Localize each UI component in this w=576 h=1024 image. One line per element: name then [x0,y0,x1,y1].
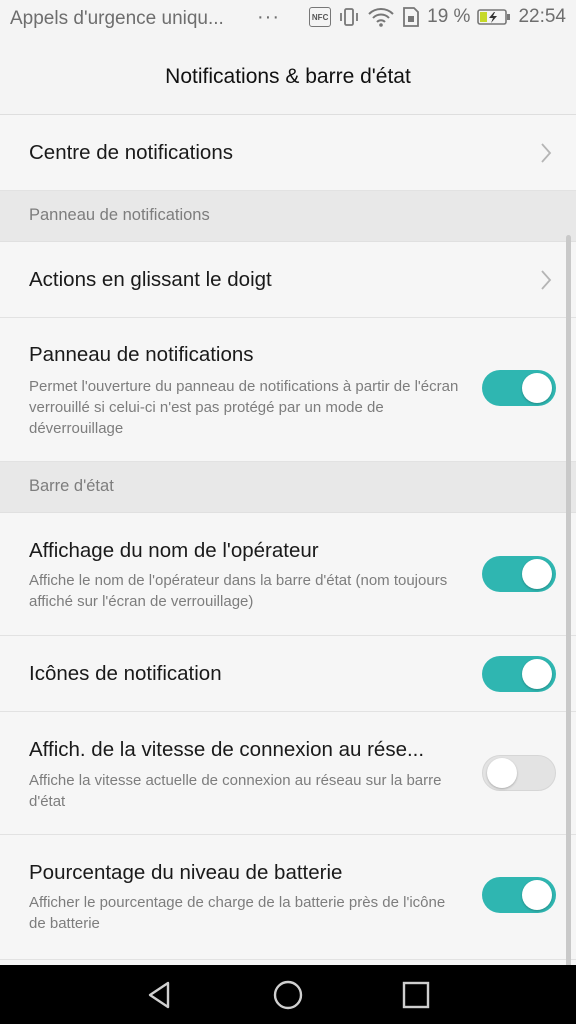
carrier-name-row[interactable]: Affichage du nom de l'opérateur Affiche … [0,513,576,636]
notification-panel-description: Permet l'ouverture du panneau de notific… [29,378,459,437]
sim-icon [403,7,420,27]
section-label: Barre d'état [29,477,114,495]
navigation-bar [0,965,576,1024]
swipe-actions-row[interactable]: Actions en glissant le doigt [0,242,576,318]
battery-charging-icon [477,9,511,25]
toggle-knob [522,880,552,910]
home-icon[interactable] [272,979,304,1011]
app-bar: Notifications & barre d'état [0,40,576,115]
section-label: Panneau de notifications [29,206,210,224]
carrier-name-toggle[interactable] [482,556,556,592]
battery-percentage-row[interactable]: Pourcentage du niveau de batterie Affich… [0,835,576,960]
notification-center-row[interactable]: Centre de notifications [0,115,576,191]
notification-panel-row[interactable]: Panneau de notifications Permet l'ouvert… [0,318,576,462]
network-speed-description: Affiche la vitesse actuelle de connexion… [29,772,442,810]
battery-percentage-label: Pourcentage du niveau de batterie [29,861,343,884]
swipe-actions-label: Actions en glissant le doigt [29,268,272,291]
toggle-knob [487,758,517,788]
toggle-knob [522,559,552,589]
chevron-right-icon [541,270,552,290]
more-notifications-icon: ··· [257,6,280,28]
notification-icons-toggle[interactable] [482,656,556,692]
back-icon[interactable] [144,979,176,1011]
section-header-panel: Panneau de notifications [0,191,576,242]
nfc-icon: NFC [309,7,332,27]
recents-icon[interactable] [400,979,432,1011]
notification-panel-toggle[interactable] [482,370,556,406]
settings-list: Centre de notifications Panneau de notif… [0,115,576,965]
network-speed-label: Affich. de la vitesse de connexion au ré… [29,738,425,761]
network-speed-row[interactable]: Affich. de la vitesse de connexion au ré… [0,712,576,835]
page-title: Notifications & barre d'état [165,65,411,88]
scrollbar[interactable] [566,235,571,965]
battery-percentage-description: Afficher le pourcentage de charge de la … [29,894,446,932]
battery-percent: 19 % [427,6,471,27]
section-header-statusbar: Barre d'état [0,462,576,513]
chevron-right-icon [541,143,552,163]
notification-icons-row[interactable]: Icônes de notification [0,636,576,712]
carrier-name-description: Affiche le nom de l'opérateur dans la ba… [29,572,448,610]
toggle-knob [522,373,552,403]
status-icons: NFC 19 % 22:54 [309,6,566,28]
carrier-text: Appels d'urgence uniqu... [10,8,224,29]
status-bar: Appels d'urgence uniqu... ··· NFC 19 % 2… [0,0,576,40]
battery-percentage-toggle[interactable] [482,877,556,913]
notification-panel-label: Panneau de notifications [29,343,254,366]
notification-center-label: Centre de notifications [29,141,233,164]
vibrate-icon [340,8,359,26]
wifi-icon [368,8,394,27]
carrier-name-label: Affichage du nom de l'opérateur [29,539,319,562]
toggle-knob [522,659,552,689]
clock: 22:54 [518,6,566,27]
notification-icons-label: Icônes de notification [29,662,222,685]
network-speed-toggle[interactable] [482,755,556,791]
